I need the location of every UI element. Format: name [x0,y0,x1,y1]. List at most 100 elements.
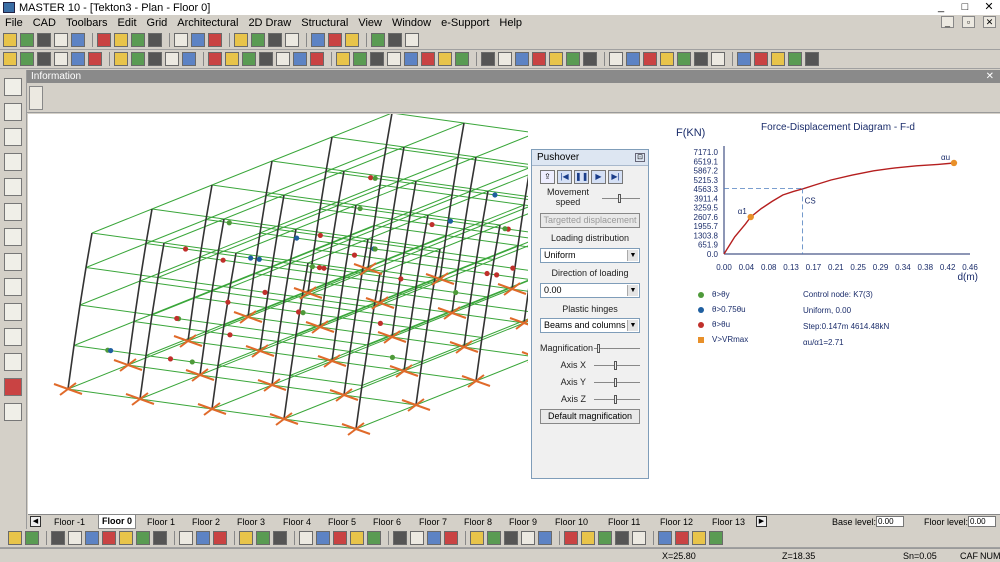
toolbar-tool-icon[interactable] [114,33,128,47]
tab-floor[interactable]: Floor 8 [464,516,492,528]
menu-file[interactable]: File [0,15,28,31]
toolbar-tool-icon[interactable] [455,52,469,66]
toolbar-tool-icon[interactable] [119,531,133,545]
toolbar-tool-icon[interactable] [97,33,111,47]
toolbar-tool-icon[interactable] [444,531,458,545]
default-magnification-button[interactable]: Default magnification [540,409,640,424]
tab-floor[interactable]: Floor 11 [608,516,640,528]
toolbar-tool-icon[interactable] [131,52,145,66]
toolbar-tool-icon[interactable] [68,531,82,545]
axis-y-slider[interactable] [594,382,640,383]
toolbar-tool-icon[interactable] [487,531,501,545]
tab-scroll-left-icon[interactable]: ◀ [30,516,41,527]
side-tool-icon[interactable] [4,278,22,296]
magnification-thumb[interactable] [597,344,600,353]
3d-structure-model[interactable] [28,114,528,514]
skip-back-icon[interactable]: |◀ [557,170,572,184]
toolbar-tool-icon[interactable] [387,52,401,66]
toolbar-tool-icon[interactable] [114,52,128,66]
movement-speed-thumb[interactable] [618,194,621,203]
toolbar-tool-icon[interactable] [470,531,484,545]
menu-edit[interactable]: Edit [113,15,142,31]
toolbar-tool-icon[interactable] [609,52,623,66]
menu-2d-draw[interactable]: 2D Draw [243,15,296,31]
toolbar-tool-icon[interactable] [88,52,102,66]
minimize-button[interactable]: _ [934,1,948,13]
tab-floor[interactable]: Floor 13 [712,516,745,528]
toolbar-tool-icon[interactable] [3,52,17,66]
menu-e-support[interactable]: e-Support [436,15,494,31]
toolbar-tool-icon[interactable] [37,33,51,47]
toolbar-tool-icon[interactable] [131,33,145,47]
toolbar-tool-icon[interactable] [268,33,282,47]
axis-x-slider[interactable] [594,365,640,366]
plastic-hinges-select[interactable]: Beams and columns ▼ [540,318,640,333]
tab-floor[interactable]: Floor 3 [237,516,265,528]
toolbar-tool-icon[interactable] [239,531,253,545]
toolbar-tool-icon[interactable] [51,531,65,545]
toolbar-tool-icon[interactable] [581,531,595,545]
toolbar-tool-icon[interactable] [54,33,68,47]
toolbar-tool-icon[interactable] [196,531,210,545]
toolbar-tool-icon[interactable] [521,531,535,545]
toolbar-tool-icon[interactable] [405,33,419,47]
pushover-close-icon[interactable]: ⊡ [635,153,645,162]
toolbar-tool-icon[interactable] [598,531,612,545]
tab-floor[interactable]: Floor 0 [98,515,137,529]
toolbar-tool-icon[interactable] [208,52,222,66]
tab-floor[interactable]: Floor 7 [419,516,447,528]
toolbar-tool-icon[interactable] [20,33,34,47]
toolbar-tool-icon[interactable] [234,33,248,47]
toolbar-tool-icon[interactable] [336,52,350,66]
doc-close-button[interactable]: ✕ [983,16,996,28]
toolbar-tool-icon[interactable] [333,531,347,545]
toolbar-tool-icon[interactable] [788,52,802,66]
toolbar-tool-icon[interactable] [191,33,205,47]
toolbar-tool-icon[interactable] [148,33,162,47]
toolbar-tool-icon[interactable] [285,33,299,47]
toolbar-tool-icon[interactable] [353,52,367,66]
toolbar-tool-icon[interactable] [626,52,640,66]
toolbar-tool-icon[interactable] [350,531,364,545]
menu-architectural[interactable]: Architectural [172,15,243,31]
close-button[interactable]: ✕ [982,1,996,13]
toolbar-tool-icon[interactable] [677,52,691,66]
toolbar-tool-icon[interactable] [328,33,342,47]
magnification-slider[interactable] [594,348,640,349]
toolbar-tool-icon[interactable] [259,52,273,66]
toolbar-tool-icon[interactable] [345,33,359,47]
toolbar-tool-icon[interactable] [136,531,150,545]
axis-y-thumb[interactable] [614,378,617,387]
toolbar-tool-icon[interactable] [174,33,188,47]
toolbar-tool-icon[interactable] [660,52,674,66]
direction-of-loading-select[interactable]: 0.00 ▼ [540,283,640,298]
toolbar-tool-icon[interactable] [566,52,580,66]
toolbar-tool-icon[interactable] [504,531,518,545]
toolbar-tool-icon[interactable] [632,531,646,545]
menu-toolbars[interactable]: Toolbars [61,15,113,31]
toolbar-tool-icon[interactable] [737,52,751,66]
menu-cad[interactable]: CAD [28,15,61,31]
doc-restore-button[interactable]: ▫ [962,16,975,28]
toolbar-tool-icon[interactable] [532,52,546,66]
maximize-button[interactable]: □ [958,1,972,13]
tab-floor[interactable]: Floor 1 [147,516,175,528]
loading-distribution-select[interactable]: Uniform ▼ [540,248,640,263]
side-tool-icon[interactable] [4,228,22,246]
toolbar-tool-icon[interactable] [311,33,325,47]
toolbar-tool-icon[interactable] [393,531,407,545]
tab-floor[interactable]: Floor 2 [192,516,220,528]
toolbar-tool-icon[interactable] [310,52,324,66]
toolbar-tool-icon[interactable] [643,52,657,66]
toolbar-tool-icon[interactable] [583,52,597,66]
movement-speed-slider[interactable] [602,198,640,199]
toolbar-tool-icon[interactable] [316,531,330,545]
toolbar-tool-icon[interactable] [71,33,85,47]
toolbar-tool-icon[interactable] [242,52,256,66]
toolbar-tool-icon[interactable] [771,52,785,66]
toolbar-tool-icon[interactable] [711,52,725,66]
drawing-canvas[interactable]: Force-Displacement Diagram - F-d F(KN) d… [28,114,1000,514]
side-tool-icon[interactable] [4,178,22,196]
toolbar-tool-icon[interactable] [675,531,689,545]
toolbar-tool-icon[interactable] [25,531,39,545]
